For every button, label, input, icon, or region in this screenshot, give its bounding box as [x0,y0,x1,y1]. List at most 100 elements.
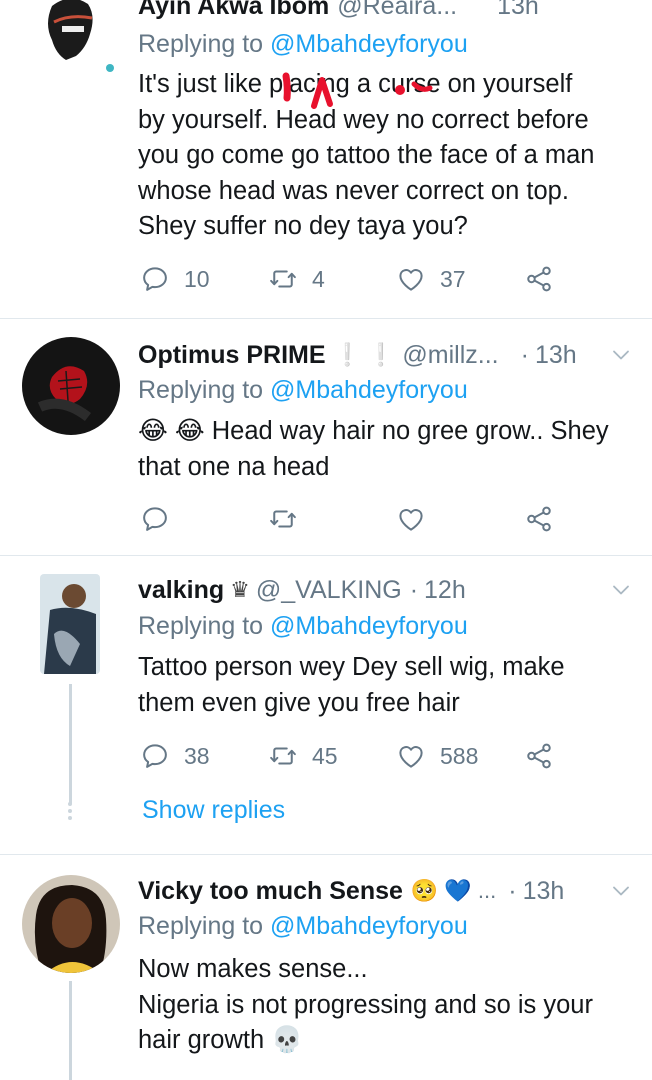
avatar[interactable] [22,875,120,973]
like-icon [396,741,426,771]
replying-to: Replying to @Mbahdeyforyou [138,376,468,405]
reply-icon [140,264,170,294]
text-line: Nigeria is not progressing and so is you… [138,990,593,1019]
reply-button[interactable]: 10 [140,259,210,299]
text-line: Now makes sense... [138,955,368,983]
tweet-header: Vicky too much Sense 🥺 💙 ... · 13h [138,871,634,911]
handle[interactable]: @Reaira... [337,0,457,21]
share-icon [524,741,554,771]
text-line: them even give you free hair [138,688,460,717]
chevron-down-icon [609,343,633,367]
mention-link[interactable]: @Mbahdeyforyou [270,30,468,58]
chevron-down-icon [609,879,633,903]
show-replies-link[interactable]: Show replies [142,796,285,825]
tweet-header: Ayin Akwa Ibom @Reaira... 13h [138,0,634,26]
reply-button[interactable]: 38 [140,736,210,776]
tweet-2[interactable]: Optimus PRIME ❕ ❕ @millz... · 13h Replyi… [0,319,652,555]
tweet-actions: 38 45 588 [140,736,570,776]
share-button[interactable] [524,499,554,539]
replying-prefix: Replying to [138,912,264,940]
tweet-header: valking ♛ @_VALKING · 12h [138,570,634,610]
tweet-text: 😂 😂 Head way hair no gree grow.. Shey th… [138,414,632,485]
like-icon [396,264,426,294]
tweet-text: Now makes sense... Nigeria is not progre… [138,952,632,1059]
thread-line [69,981,72,1080]
timestamp[interactable]: 13h [497,0,539,21]
text-line: by yourself. Head wey no correct before [138,105,589,134]
tweet-header: Optimus PRIME ❕ ❕ @millz... · 13h [138,335,634,375]
chevron-down-icon [609,578,633,602]
timestamp[interactable]: 13h [535,341,577,370]
share-icon [524,504,554,534]
timestamp[interactable]: 12h [424,576,466,605]
mention-link[interactable]: @Mbahdeyforyou [270,612,468,640]
retweet-button[interactable]: 45 [268,736,338,776]
replying-prefix: Replying to [138,376,264,404]
name-emoji: ❕ ❕ [333,342,395,367]
like-count: 588 [440,742,479,769]
tweet-menu-button[interactable] [608,342,634,368]
avatar[interactable] [22,337,120,435]
text-line: you go come go tattoo the face of a man [138,141,595,169]
like-button[interactable]: 37 [396,259,466,299]
share-button[interactable] [524,259,554,299]
text-line: Shey suffer no dey taya you? [138,212,468,240]
mention-link[interactable]: @Mbahdeyforyou [270,912,468,940]
separator-dot: · [409,575,419,604]
share-button[interactable] [524,736,554,776]
display-name[interactable]: Optimus PRIME [138,341,326,370]
avatar-image [40,574,100,674]
tweet-text: Tattoo person wey Dey sell wig, make the… [138,650,632,721]
text-line: whose head was never correct on top. [138,176,569,205]
tweet-actions [140,499,570,539]
reply-count: 38 [184,742,210,769]
retweet-count: 45 [312,742,338,769]
retweet-button[interactable]: 4 [268,259,325,299]
like-icon [396,504,426,534]
name-emoji: 🥺 💙 ... [410,878,497,903]
display-name[interactable]: valking [138,576,224,605]
thread-line [69,684,72,804]
retweet-icon [268,264,298,294]
mention-link[interactable]: @Mbahdeyforyou [270,376,468,404]
text-line: It's just like placing a curse on yourse… [138,70,573,98]
text-line: that one na head [138,452,330,481]
like-button[interactable]: 588 [396,736,478,776]
retweet-icon [268,741,298,771]
reply-icon [140,741,170,771]
display-name[interactable]: Ayin Akwa Ibom [138,0,329,21]
tweet-menu-button[interactable] [608,577,634,603]
replying-prefix: Replying to [138,612,264,640]
avatar-image [22,875,120,973]
replying-to: Replying to @Mbahdeyforyou [138,30,468,59]
avatar[interactable] [22,0,120,86]
avatar-image [22,337,120,435]
separator-dot: · [508,876,517,905]
replying-prefix: Replying to [138,30,264,58]
thread-dots [66,802,74,823]
tweet-4[interactable]: Vicky too much Sense 🥺 💙 ... · 13h Reply… [0,855,652,1080]
replying-to: Replying to @Mbahdeyforyou [138,612,468,641]
tweet-menu-button[interactable] [608,878,634,904]
replying-to: Replying to @Mbahdeyforyou [138,912,468,941]
tweet-text: It's just like placing a curse on yourse… [138,67,632,245]
retweet-count: 4 [312,265,325,292]
share-icon [524,264,554,294]
text-line: Tattoo person wey Dey sell wig, make [138,653,565,681]
handle[interactable]: @_VALKING [256,576,402,605]
display-name[interactable]: Vicky too much Sense [138,877,403,906]
avatar[interactable] [40,574,100,674]
like-button[interactable] [396,499,440,539]
avatar-image [48,0,114,72]
retweet-button[interactable] [268,499,312,539]
retweet-icon [268,504,298,534]
like-count: 37 [440,265,466,292]
crown-emoji: ♛ [230,577,250,602]
tweet-1[interactable]: Ayin Akwa Ibom @Reaira... 13h Replying t… [0,0,652,318]
separator-dot: · [520,340,529,369]
tweet-3[interactable]: valking ♛ @_VALKING · 12h Replying to @M… [0,556,652,854]
text-line: 😂 😂 Head way hair no gree grow.. Shey [138,417,609,445]
handle[interactable]: @millz... [402,341,498,370]
reply-button[interactable] [140,499,184,539]
timestamp[interactable]: 13h [523,877,565,906]
